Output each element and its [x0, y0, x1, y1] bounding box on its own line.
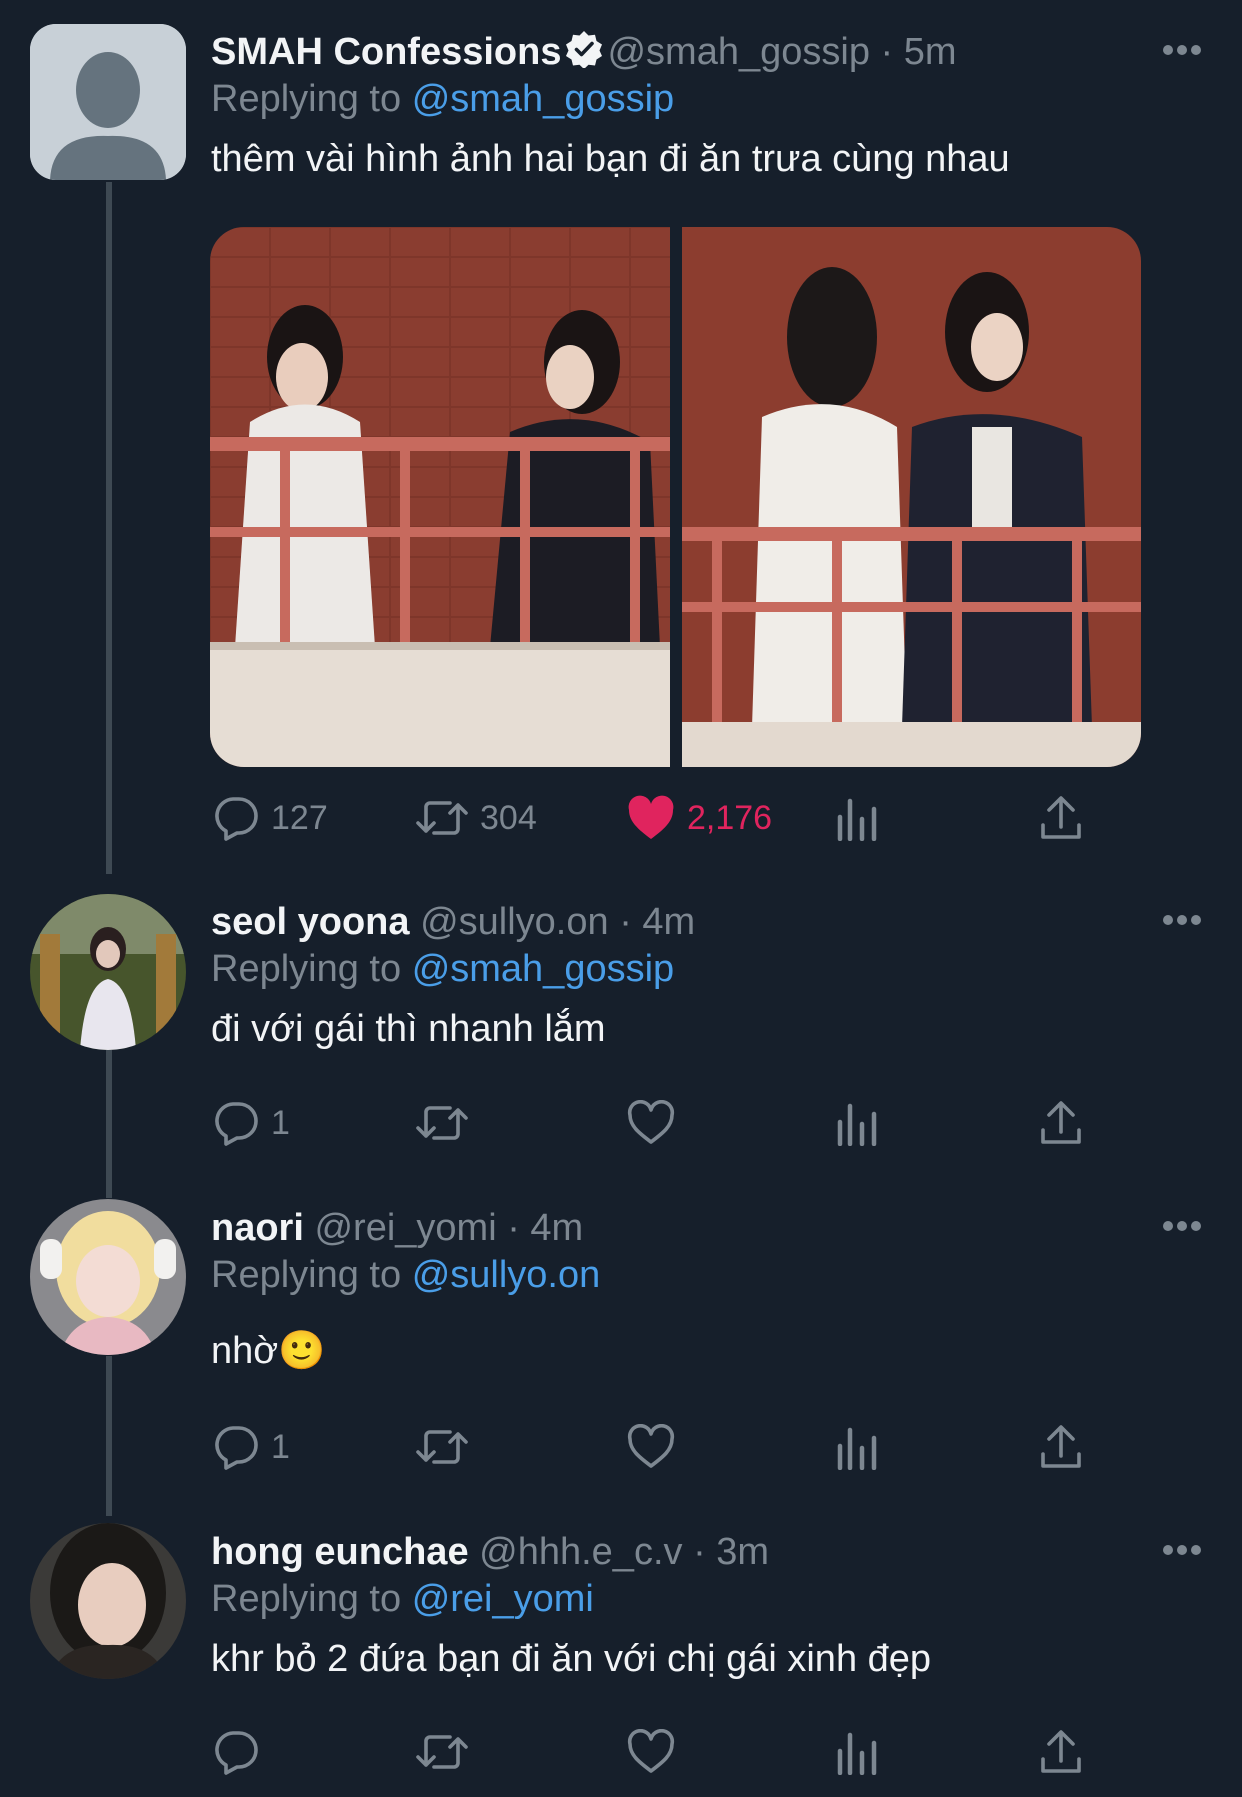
reply-count: 1 — [271, 1103, 290, 1142]
views-button[interactable] — [837, 1422, 877, 1472]
author-handle[interactable]: @sullyo.on — [420, 901, 609, 943]
reply-icon — [215, 1102, 258, 1146]
views-icon — [837, 1732, 877, 1775]
tweet-text: thêm vài hình ảnh hai bạn đi ăn trưa cùn… — [211, 138, 1010, 180]
default-avatar-icon — [30, 24, 186, 180]
retweet-icon — [416, 1735, 468, 1769]
reply-icon — [215, 1731, 258, 1775]
views-button[interactable] — [837, 1727, 877, 1777]
author-handle[interactable]: @rei_yomi — [314, 1207, 496, 1249]
avatar[interactable] — [30, 1199, 186, 1355]
author-handle[interactable]: @hhh.e_c.v — [479, 1531, 682, 1573]
like-button[interactable]: 2,176 — [627, 793, 772, 843]
reply-icon — [215, 1426, 258, 1470]
share-icon — [1041, 1730, 1081, 1773]
reply-button[interactable] — [213, 1727, 259, 1777]
share-button[interactable] — [1039, 1422, 1083, 1472]
author-handle[interactable]: @smah_gossip — [607, 31, 869, 73]
timestamp[interactable]: 5m — [904, 31, 957, 73]
replying-label: Replying to — [211, 948, 402, 990]
reply-mention-link[interactable]: @sullyo.on — [412, 1254, 601, 1296]
reply-button[interactable]: 127 — [213, 793, 328, 843]
reply-icon — [215, 797, 258, 841]
reply-mention-link[interactable]: @smah_gossip — [412, 948, 674, 990]
photo-right[interactable] — [682, 227, 1141, 767]
share-button[interactable] — [1039, 1727, 1083, 1777]
timestamp[interactable]: 3m — [716, 1531, 769, 1573]
replying-label: Replying to — [211, 1254, 402, 1296]
like-icon — [627, 1729, 675, 1773]
more-icon[interactable] — [1162, 1544, 1202, 1556]
timestamp[interactable]: 4m — [530, 1207, 583, 1249]
share-icon — [1041, 1425, 1081, 1468]
tweet-text: khr bỏ 2 đứa bạn đi ăn với chị gái xinh … — [211, 1638, 932, 1680]
views-icon — [837, 798, 877, 841]
like-button[interactable] — [627, 1098, 675, 1148]
more-icon[interactable] — [1162, 44, 1202, 56]
like-button[interactable] — [627, 1422, 675, 1472]
tweet-text: nhờ🙂 — [211, 1330, 326, 1372]
avatar[interactable] — [30, 1523, 186, 1679]
avatar[interactable] — [30, 24, 186, 180]
share-button[interactable] — [1039, 793, 1083, 843]
separator: · — [693, 1531, 706, 1573]
reply-button[interactable]: 1 — [213, 1098, 290, 1148]
more-icon[interactable] — [1162, 1220, 1202, 1232]
media-grid[interactable] — [210, 227, 1141, 767]
retweet-icon — [416, 1430, 468, 1464]
separator: · — [507, 1207, 520, 1249]
views-icon — [837, 1103, 877, 1146]
reply-tweet[interactable]: hong eunchae @hhh.e_c.v · 3m Replying to… — [0, 1500, 1242, 1797]
retweet-button[interactable]: 304 — [416, 793, 537, 843]
share-icon — [1041, 796, 1081, 839]
author-name[interactable]: SMAH Confessions — [211, 31, 561, 73]
verified-icon — [565, 30, 603, 69]
share-button[interactable] — [1039, 1098, 1083, 1148]
like-icon — [627, 1100, 675, 1144]
like-icon — [627, 1424, 675, 1468]
like-count: 2,176 — [687, 798, 773, 837]
retweet-button[interactable] — [416, 1422, 468, 1472]
more-icon[interactable] — [1162, 914, 1202, 926]
replying-label: Replying to — [211, 78, 402, 120]
reply-mention-link[interactable]: @smah_gossip — [412, 78, 674, 120]
like-button[interactable] — [627, 1727, 675, 1777]
tweet[interactable]: SMAH Confessions @smah_gossip · 5m Replyi… — [0, 0, 1242, 870]
views-button[interactable] — [837, 1098, 877, 1148]
author-name[interactable]: naori — [211, 1207, 304, 1249]
reply-tweet[interactable]: naori @rei_yomi · 4m Replying to @sullyo… — [0, 1176, 1242, 1476]
author-name[interactable]: seol yoona — [211, 901, 410, 943]
reply-mention-link[interactable]: @rei_yomi — [412, 1578, 594, 1620]
separator: · — [619, 901, 632, 943]
retweet-count: 304 — [480, 798, 537, 837]
retweet-icon — [416, 801, 468, 835]
like-icon — [628, 795, 674, 839]
reply-tweet[interactable]: seol yoona @sullyo.on · 4m Replying to @… — [0, 870, 1242, 1170]
views-icon — [837, 1427, 877, 1470]
reply-count: 1 — [271, 1427, 290, 1466]
retweet-icon — [416, 1106, 468, 1140]
timestamp[interactable]: 4m — [642, 901, 695, 943]
reply-button[interactable]: 1 — [213, 1422, 290, 1472]
author-name[interactable]: hong eunchae — [211, 1531, 469, 1573]
share-icon — [1041, 1101, 1081, 1144]
avatar[interactable] — [30, 894, 186, 1050]
photo-left[interactable] — [210, 227, 670, 767]
reply-count: 127 — [271, 798, 328, 837]
views-button[interactable] — [837, 793, 877, 843]
retweet-button[interactable] — [416, 1727, 468, 1777]
photo-divider — [670, 227, 682, 767]
replying-label: Replying to — [211, 1578, 402, 1620]
separator: · — [880, 31, 894, 73]
tweet-text: đi với gái thì nhanh lắm — [211, 1008, 606, 1050]
retweet-button[interactable] — [416, 1098, 468, 1148]
